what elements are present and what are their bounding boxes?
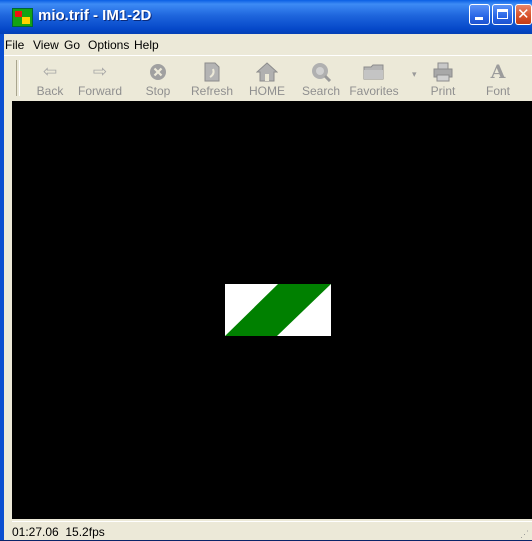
menu-bar: File View Go Options Help	[4, 34, 532, 55]
resize-grip-icon[interactable]: ⋰	[520, 529, 530, 539]
maximize-button[interactable]	[492, 4, 513, 25]
title-bar[interactable]: mio.trif - IM1-2D ✕	[0, 0, 532, 34]
stop-button[interactable]: Stop	[133, 60, 183, 98]
favorites-label: Favorites	[349, 84, 399, 98]
search-icon	[310, 62, 332, 83]
window-title: mio.trif - IM1-2D	[38, 7, 152, 24]
menu-file[interactable]: File	[5, 38, 24, 52]
scene-canvas	[225, 284, 331, 336]
font-button[interactable]: A Font	[473, 60, 523, 98]
font-label: Font	[485, 84, 510, 98]
back-arrow-icon: ⇦	[42, 62, 58, 82]
menu-options[interactable]: Options	[88, 38, 129, 52]
maximize-icon	[497, 9, 508, 19]
home-button[interactable]: HOME	[242, 60, 292, 98]
app-window: mio.trif - IM1-2D ✕ File View Go Options…	[0, 0, 532, 540]
font-icon: A	[490, 61, 506, 83]
home-icon	[255, 62, 279, 82]
stop-icon	[147, 62, 169, 82]
render-viewport[interactable]	[12, 101, 532, 519]
favorites-folder-icon	[363, 62, 385, 82]
print-button[interactable]: Print	[418, 60, 468, 98]
menu-help[interactable]: Help	[134, 38, 159, 52]
app-icon[interactable]	[12, 8, 33, 27]
status-text: 01:27.06 15.2fps	[12, 525, 105, 539]
menu-go[interactable]: Go	[64, 38, 80, 52]
toolbar: ⇦ Back ⇨ Forward Stop Refresh HOME Searc…	[4, 55, 532, 100]
forward-button[interactable]: ⇨ Forward	[75, 60, 125, 98]
refresh-icon	[201, 62, 223, 82]
printer-icon	[432, 62, 454, 82]
close-button[interactable]: ✕	[515, 4, 532, 25]
minimize-icon	[475, 17, 483, 20]
status-bar: 01:27.06 15.2fps ⋰	[12, 521, 532, 541]
refresh-button[interactable]: Refresh	[187, 60, 237, 98]
close-icon: ✕	[517, 5, 530, 23]
favorites-button[interactable]: Favorites	[349, 60, 399, 98]
menu-view[interactable]: View	[33, 38, 59, 52]
forward-arrow-icon: ⇨	[92, 62, 108, 82]
favorites-dropdown-icon[interactable]: ▾	[412, 70, 417, 80]
minimize-button[interactable]	[469, 4, 490, 25]
